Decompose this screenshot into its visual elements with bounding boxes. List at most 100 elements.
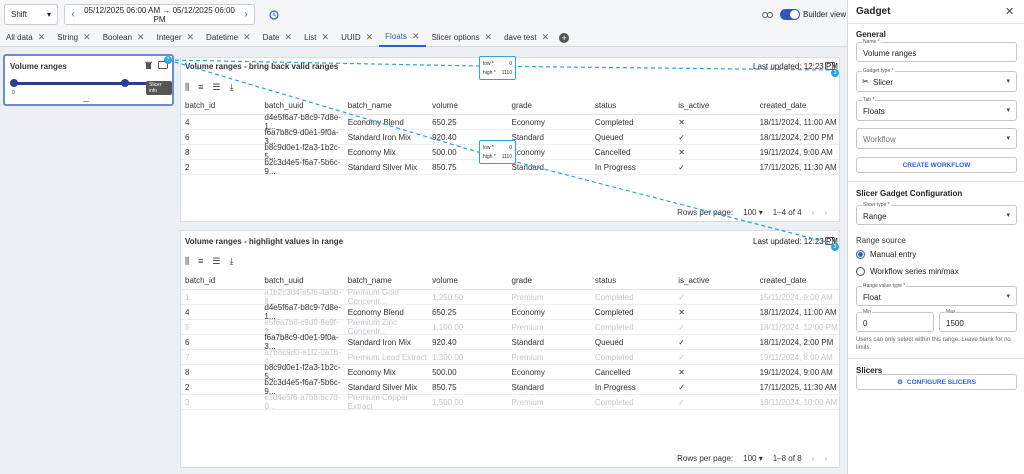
column-header[interactable]: batch_uuid <box>264 276 347 285</box>
high-label: high * <box>483 153 496 160</box>
create-workflow-button[interactable]: CREATE WORKFLOW <box>856 157 1017 173</box>
filter-icon[interactable]: ≡ <box>198 256 203 266</box>
grid-top-toolbar: ⫼ ≡ ☰ ⤓ <box>181 79 233 95</box>
manual-entry-radio[interactable] <box>856 250 865 259</box>
range-value-type-select[interactable]: Range value type * Float ▾ <box>856 283 1017 306</box>
close-tab-icon[interactable]: ✕ <box>485 32 493 43</box>
column-header[interactable]: status <box>595 276 678 285</box>
close-tab-icon[interactable]: ✕ <box>187 32 195 43</box>
tab-boolean[interactable]: Boolean ✕ <box>97 29 151 47</box>
rows-per-page-select[interactable]: 100 ▾ <box>743 208 763 217</box>
next-page-icon[interactable]: › <box>824 454 827 463</box>
period-select[interactable]: Shift ▾ <box>4 4 58 25</box>
column-header[interactable]: status <box>595 101 678 110</box>
workflow-series-radio[interactable] <box>856 267 865 276</box>
next-page-icon[interactable]: › <box>824 208 827 217</box>
close-tab-icon[interactable]: ✕ <box>412 31 420 42</box>
cell-is-active: ✕ <box>678 147 685 157</box>
range-high-thumb[interactable] <box>121 79 129 87</box>
column-header[interactable]: volume <box>432 101 511 110</box>
workflow-select[interactable]: Workflow ▾ <box>856 128 1017 149</box>
column-header[interactable]: is_active <box>678 101 759 110</box>
tab-integer[interactable]: Integer ✕ <box>151 29 200 47</box>
range-track[interactable] <box>13 82 161 85</box>
min-label: Min <box>862 309 873 315</box>
column-header[interactable]: batch_name <box>348 101 432 110</box>
close-tab-icon[interactable]: ✕ <box>137 32 145 43</box>
density-icon[interactable]: ☰ <box>212 256 220 267</box>
tab-dave-test[interactable]: dave test ✕ <box>498 29 555 47</box>
prev-page-icon[interactable]: ‹ <box>812 208 815 217</box>
cell-grade: Standard <box>511 382 544 392</box>
tab-string[interactable]: String ✕ <box>51 29 96 47</box>
export-icon[interactable]: ⤓ <box>229 256 233 267</box>
column-header[interactable]: is_active <box>678 276 759 285</box>
resize-handle[interactable] <box>83 101 89 102</box>
grid-bottom-table: batch_id batch_uuid batch_name volume grade s… <box>181 271 839 411</box>
column-header[interactable]: created_date <box>760 101 839 110</box>
column-header[interactable]: grade <box>512 101 595 110</box>
slicer-type-select[interactable]: Slicer type * Range ▾ <box>856 202 1017 225</box>
cell-batch-name: Premium Zinc Concentr... <box>347 318 398 336</box>
rows-per-page-select[interactable]: 100 ▾ <box>743 454 763 463</box>
close-tab-icon[interactable]: ✕ <box>322 32 330 43</box>
tab-select[interactable]: Tab * Floats ▾ <box>856 97 1017 121</box>
tab-datetime[interactable]: Datetime ✕ <box>200 29 257 47</box>
column-header[interactable]: batch_id <box>181 101 264 110</box>
column-header[interactable]: created_date <box>760 276 839 285</box>
min-value: 0 <box>863 319 868 328</box>
clock-icon[interactable] <box>268 9 280 20</box>
configure-slicers-button[interactable]: ⚙ CONFIGURE SLICERS <box>856 374 1017 390</box>
date-range-picker[interactable]: ‹ 05/12/2025 06:00 AM → 05/12/2025 06:00… <box>64 4 255 25</box>
prev-page-icon[interactable]: ‹ <box>812 454 815 463</box>
cell-is-active: ✓ <box>678 132 685 142</box>
column-header[interactable]: grade <box>512 276 595 285</box>
tab-all-data[interactable]: All data ✕ <box>0 29 51 47</box>
cell-status: Completed <box>594 397 634 407</box>
close-tab-icon[interactable]: ✕ <box>83 32 91 43</box>
tab-label: List <box>304 33 317 42</box>
add-tab-icon[interactable]: + <box>559 32 570 43</box>
cell-created-date: 17/11/2025, 11:30 AM <box>759 382 837 392</box>
export-icon[interactable]: ⤓ <box>229 82 233 93</box>
tab-list[interactable]: List ✕ <box>298 29 335 47</box>
column-header[interactable]: batch_uuid <box>264 101 347 110</box>
tab-floats[interactable]: Floats ✕ <box>379 29 426 47</box>
gear-icon: ⚙ <box>897 379 903 386</box>
tab-slicer-options[interactable]: Slicer options ✕ <box>426 29 499 47</box>
close-tab-icon[interactable]: ✕ <box>243 32 251 43</box>
gadget-type-value: Slicer <box>873 78 894 87</box>
close-tab-icon[interactable]: ✕ <box>285 32 293 43</box>
close-tab-icon[interactable]: ✕ <box>38 32 46 43</box>
gadget-type-select[interactable]: Gadget type * Slicer ✂ ▾ <box>856 68 1017 92</box>
low-value: 0 <box>509 144 512 151</box>
filter-icon[interactable]: ≡ <box>198 82 203 92</box>
cell-status: Queued <box>594 132 624 142</box>
name-field[interactable]: Name * Volume ranges <box>856 39 1017 62</box>
tab-uuid[interactable]: UUID ✕ <box>335 29 379 47</box>
link-icon[interactable] <box>761 11 773 19</box>
cell-batch-id: 8 <box>185 367 190 377</box>
max-field[interactable]: Max 1500 <box>939 309 1017 332</box>
close-icon[interactable]: ✕ <box>1005 5 1014 18</box>
density-icon[interactable]: ☰ <box>212 82 220 93</box>
slicer-gadget[interactable]: Volume ranges 3 0 1.5k Slicer info <box>3 54 174 106</box>
column-header[interactable]: batch_name <box>348 276 432 285</box>
column-header[interactable]: volume <box>432 276 511 285</box>
cell-grade: Standard <box>511 162 544 172</box>
columns-icon[interactable]: ⫼ <box>185 82 189 93</box>
close-tab-icon[interactable]: ✕ <box>366 32 374 43</box>
cell-created-date: 18/11/2024, 11:00 AM <box>759 307 837 317</box>
columns-icon[interactable]: ⫼ <box>185 256 189 267</box>
trash-icon[interactable] <box>145 61 152 71</box>
chevron-right-icon[interactable]: › <box>240 9 252 20</box>
min-field[interactable]: Min 0 <box>856 309 934 332</box>
column-header[interactable]: batch_id <box>181 276 264 285</box>
table-row[interactable]: 3 c3d4e5f6-a7b8-6c7d-0... Premium Copper E… <box>181 393 839 411</box>
chevron-left-icon[interactable]: ‹ <box>67 9 79 20</box>
builder-view-toggle[interactable] <box>780 9 800 20</box>
close-tab-icon[interactable]: ✕ <box>542 32 550 43</box>
tab-date[interactable]: Date ✕ <box>257 29 298 47</box>
cell-batch-id: 8 <box>185 147 190 157</box>
range-low-thumb[interactable] <box>10 79 18 87</box>
